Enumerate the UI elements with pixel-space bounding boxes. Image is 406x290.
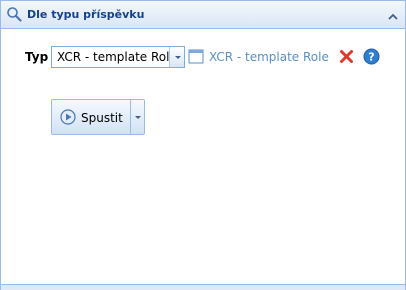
run-menu-arrow[interactable]	[130, 100, 144, 134]
run-button[interactable]: Spustit	[52, 100, 130, 134]
type-select-value: XCR - template Role	[57, 50, 177, 64]
panel-header: Dle typu příspěvku	[1, 1, 405, 29]
filter-panel: Dle typu příspěvku Typ XCR - template Ro…	[0, 0, 406, 290]
type-select[interactable]: XCR - template Role	[51, 46, 185, 68]
search-icon	[6, 6, 22, 22]
chevron-up-icon[interactable]	[387, 8, 399, 20]
play-icon	[60, 109, 76, 125]
open-type-link[interactable]: XCR - template Role	[209, 50, 329, 64]
type-label: Typ	[25, 50, 49, 64]
help-icon[interactable]: ?	[363, 48, 380, 65]
chevron-down-icon[interactable]	[169, 47, 184, 67]
window-icon[interactable]	[188, 49, 204, 64]
panel-title: Dle typu příspěvku	[27, 8, 145, 21]
svg-text:?: ?	[368, 51, 374, 64]
delete-icon[interactable]	[339, 49, 354, 64]
chevron-down-icon	[135, 116, 141, 119]
panel-footer	[1, 284, 405, 290]
run-button-label: Spustit	[81, 111, 123, 125]
run-split-button[interactable]: Spustit	[51, 99, 145, 135]
